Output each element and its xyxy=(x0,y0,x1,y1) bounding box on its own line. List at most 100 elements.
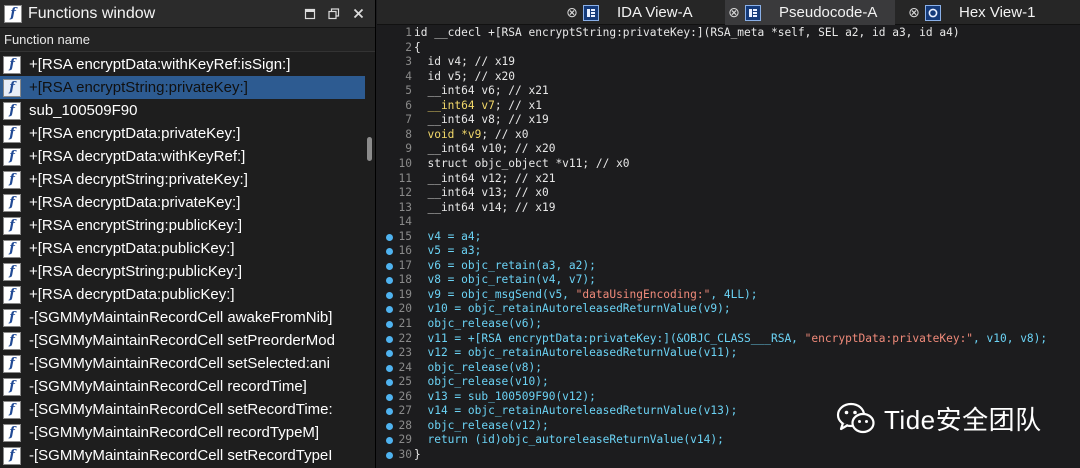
code-line[interactable]: 13 __int64 v14; // x19 xyxy=(377,201,1080,216)
functions-window-titlebar: f Functions window xyxy=(0,0,375,28)
code-view-icon xyxy=(745,4,761,21)
code-text: __int64 v12; // x21 xyxy=(414,172,555,187)
code-token: { xyxy=(414,40,421,54)
tab-hex-view-1[interactable]: ⊗ Hex View-1 xyxy=(905,0,1078,25)
code-line[interactable]: 1 id __cdecl +[RSA encryptString:privateK… xyxy=(377,26,1080,41)
function-list-item[interactable]: f +[RSA decryptString:privateKey:] xyxy=(0,168,366,191)
code-line[interactable]: 24 objc_release(v8); xyxy=(377,361,1080,376)
line-number: 21 xyxy=(398,317,412,330)
tab-close-icon[interactable]: ⊗ xyxy=(727,4,741,21)
string-literal: "dataUsingEncoding:" xyxy=(575,287,711,301)
function-list-item[interactable]: f -[SGMMyMaintainRecordCell setRecordTime… xyxy=(0,398,366,421)
function-list-item[interactable]: f +[RSA encryptData:withKeyRef:isSign:] xyxy=(0,53,366,76)
code-line[interactable]: 21 objc_release(v6); xyxy=(377,317,1080,332)
code-token: id v4; // x19 xyxy=(414,55,516,69)
code-text: v13 = sub_100509F90(v12); xyxy=(414,390,595,405)
line-number: 15 xyxy=(398,229,412,243)
function-list-item[interactable]: f -[SGMMyMaintainRecordCell setSelected:a… xyxy=(0,352,366,375)
code-line[interactable]: 6 __int64 v7; // x1 xyxy=(377,99,1080,114)
code-token: } xyxy=(414,447,421,461)
code-line[interactable]: 16 v5 = a3; xyxy=(377,244,1080,259)
function-list-item[interactable]: f +[RSA decryptData:withKeyRef:] xyxy=(0,145,366,168)
line-number: 27 xyxy=(398,404,412,418)
function-list-item[interactable]: f +[RSA decryptData:publicKey:] xyxy=(0,283,366,306)
code-text: objc_release(v8); xyxy=(414,361,542,376)
code-line[interactable]: 9 __int64 v10; // x20 xyxy=(377,142,1080,157)
function-name: +[RSA decryptData:publicKey:] xyxy=(29,286,235,303)
function-name-column-header[interactable]: Function name xyxy=(0,28,375,52)
function-icon: f xyxy=(3,239,21,258)
code-text: objc_release(v6); xyxy=(414,317,542,332)
function-list-item[interactable]: f -[SGMMyMaintainRecordCell setPreorderMo… xyxy=(0,329,366,352)
window-close-icon[interactable] xyxy=(351,7,365,21)
function-icon: f xyxy=(3,400,21,419)
function-icon: f xyxy=(3,170,21,189)
code-line[interactable]: 11 __int64 v12; // x21 xyxy=(377,172,1080,187)
code-text: v4 = a4; xyxy=(414,230,481,245)
code-line[interactable]: 18 v8 = objc_retain(v4, v7); xyxy=(377,273,1080,288)
window-float-icon[interactable] xyxy=(327,7,341,21)
code-line[interactable]: 30} xyxy=(377,448,1080,463)
function-list-item[interactable]: f +[RSA encryptString:privateKey:] xyxy=(0,76,366,99)
code-line[interactable]: 7 __int64 v8; // x19 xyxy=(377,113,1080,128)
code-line[interactable]: 14 xyxy=(377,215,1080,230)
code-line[interactable]: 15 v4 = a4; xyxy=(377,230,1080,245)
code-line[interactable]: 12 __int64 v13; // x0 xyxy=(377,186,1080,201)
code-line[interactable]: 10 struct objc_object *v11; // x0 xyxy=(377,157,1080,172)
scrollbar-thumb[interactable] xyxy=(367,137,372,161)
code-line[interactable]: 2{ xyxy=(377,41,1080,56)
code-token: __int64 v8; // x19 xyxy=(414,113,549,127)
code-token: objc_release(v8); xyxy=(414,360,542,374)
code-text: id v5; // x20 xyxy=(414,70,515,85)
function-list: f +[RSA encryptData:withKeyRef:isSign:] f +… xyxy=(0,53,366,468)
code-token: v10 = objc_retainAutoreleasedReturnValue… xyxy=(414,302,731,316)
function-list-item[interactable]: f +[RSA decryptString:publicKey:] xyxy=(0,260,366,283)
graph-view-icon xyxy=(583,4,599,21)
code-token: return (id)objc_autoreleaseReturnValue(v… xyxy=(414,433,724,447)
code-line[interactable]: 19 v9 = objc_msgSend(v5, "dataUsingEncod… xyxy=(377,288,1080,303)
function-list-item[interactable]: f -[SGMMyMaintainRecordCell recordTypeM] xyxy=(0,421,366,444)
function-icon: f xyxy=(3,285,21,304)
function-list-item[interactable]: f -[SGMMyMaintainRecordCell setRecordType… xyxy=(0,444,366,467)
code-token: __int64 v6; // x21 xyxy=(414,84,549,98)
code-text: v12 = objc_retainAutoreleasedReturnValue… xyxy=(414,346,737,361)
code-line[interactable]: 20 v10 = objc_retainAutoreleasedReturnVa… xyxy=(377,302,1080,317)
function-list-item[interactable]: f +[RSA encryptData:privateKey:] xyxy=(0,122,366,145)
code-text: __int64 v7; // x1 xyxy=(414,99,542,114)
code-line[interactable]: 4 id v5; // x20 xyxy=(377,70,1080,85)
code-line[interactable]: 8 void *v9; // x0 xyxy=(377,128,1080,143)
function-name: -[SGMMyMaintainRecordCell recordTime] xyxy=(29,378,307,395)
code-line[interactable]: 17 v6 = objc_retain(a3, a2); xyxy=(377,259,1080,274)
code-text: v9 = objc_msgSend(v5, "dataUsingEncoding… xyxy=(414,287,757,303)
function-list-item[interactable]: f +[RSA encryptString:publicKey:] xyxy=(0,214,366,237)
tab-pseudocode-a[interactable]: ⊗ Pseudocode-A xyxy=(725,0,895,25)
code-token: void *v9 xyxy=(414,127,482,141)
code-text: id __cdecl +[RSA encryptString:privateKe… xyxy=(414,26,960,41)
tab-close-icon[interactable]: ⊗ xyxy=(565,4,579,21)
code-line[interactable]: 22 v11 = +[RSA encryptData:privateKey:](… xyxy=(377,332,1080,347)
function-list-item[interactable]: f sub_100509F90 xyxy=(0,99,366,122)
function-list-item[interactable]: f -[SGMMyMaintainRecordCell recordTime] xyxy=(0,375,366,398)
code-text: __int64 v6; // x21 xyxy=(414,84,549,99)
function-icon: f xyxy=(3,78,21,97)
line-number: 22 xyxy=(398,331,412,345)
functions-window: f Functions window Function name f +[RSA … xyxy=(0,0,376,468)
function-name: +[RSA decryptString:privateKey:] xyxy=(29,171,248,188)
window-restore-icon[interactable] xyxy=(303,7,317,21)
function-name: +[RSA decryptData:withKeyRef:] xyxy=(29,148,246,165)
function-list-item[interactable]: f -[SGMMyMaintainRecordCell awakeFromNib] xyxy=(0,306,366,329)
function-list-item[interactable]: f +[RSA encryptData:publicKey:] xyxy=(0,237,366,260)
function-icon: f xyxy=(3,308,21,327)
line-number: 16 xyxy=(398,244,412,258)
function-list-scrollbar[interactable] xyxy=(365,53,375,468)
code-token: v12 = objc_retainAutoreleasedReturnValue… xyxy=(414,346,738,360)
code-line[interactable]: 5 __int64 v6; // x21 xyxy=(377,84,1080,99)
code-line[interactable]: 3 id v4; // x19 xyxy=(377,55,1080,70)
column-header-label: Function name xyxy=(4,32,90,47)
tab-ida-view-a[interactable]: ⊗ IDA View-A xyxy=(563,0,713,25)
tab-close-icon[interactable]: ⊗ xyxy=(907,4,921,21)
code-line[interactable]: 25 objc_release(v10); xyxy=(377,375,1080,390)
line-number: 30 xyxy=(398,447,412,461)
code-line[interactable]: 23 v12 = objc_retainAutoreleasedReturnVa… xyxy=(377,346,1080,361)
function-list-item[interactable]: f +[RSA decryptData:privateKey:] xyxy=(0,191,366,214)
